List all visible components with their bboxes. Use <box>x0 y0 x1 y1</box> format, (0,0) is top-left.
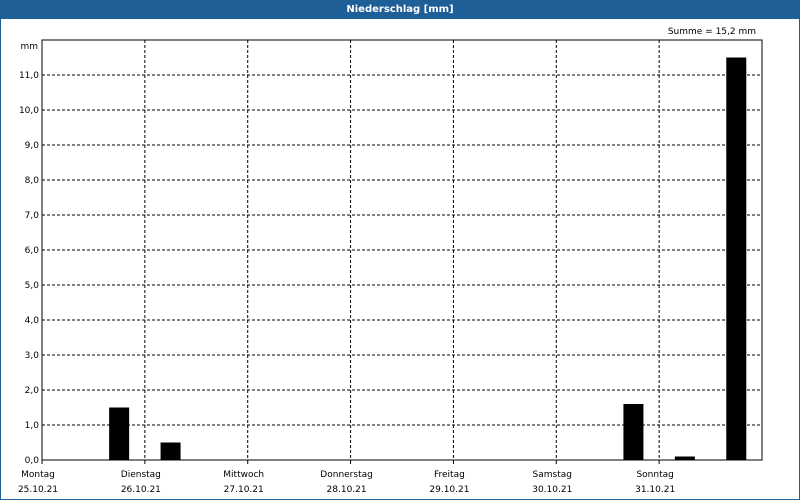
x-tick-date-label: 27.10.21 <box>224 485 264 495</box>
bar <box>109 407 130 460</box>
bar <box>726 57 747 460</box>
x-tick-day-label: Samstag <box>533 470 572 480</box>
y-tick-label: 8,0 <box>25 176 40 186</box>
x-tick-day-label: Montag <box>21 470 55 480</box>
x-tick-date-label: 26.10.21 <box>121 485 161 495</box>
y-tick-label: 4,0 <box>25 316 40 326</box>
y-tick-label: 3,0 <box>25 351 40 361</box>
x-tick-day-label: Sonntag <box>636 470 673 480</box>
precipitation-chart: mm Summe = 15,2 mm 0,0 1,0 2,0 3,0 4,0 5,0 6,0… <box>18 27 763 495</box>
x-tick-date-label: 25.10.21 <box>18 485 58 495</box>
y-tick-label: 11,0 <box>19 71 39 81</box>
y-tick-label: 10,0 <box>19 106 39 116</box>
y-tick-label: 6,0 <box>25 246 40 256</box>
x-tick-date-label: 28.10.21 <box>327 485 367 495</box>
sum-label: Summe = 15,2 mm <box>668 27 756 37</box>
grid <box>42 40 762 460</box>
x-tick-day-label: Mittwoch <box>223 470 264 480</box>
x-labels: Montag 25.10.21 Dienstag 26.10.21 Mittwoch 27… <box>18 460 675 495</box>
x-tick-date-label: 31.10.21 <box>635 485 675 495</box>
x-tick-date-label: 30.10.21 <box>532 485 572 495</box>
x-tick-day-label: Freitag <box>434 470 465 480</box>
y-tick-label: 2,0 <box>25 386 40 396</box>
x-tick-date-label: 29.10.21 <box>429 485 469 495</box>
y-ticks: 0,0 1,0 2,0 3,0 4,0 5,0 6,0 7,0 8,0 9,0 10,0 11,0 <box>19 71 39 466</box>
y-axis-label: mm <box>20 42 38 52</box>
y-tick-label: 7,0 <box>25 211 40 221</box>
y-tick-label: 0,0 <box>25 456 40 466</box>
y-tick-label: 1,0 <box>25 421 40 431</box>
bar <box>623 404 644 460</box>
bars <box>109 57 747 460</box>
bar <box>674 456 695 460</box>
x-tick-day-label: Donnerstag <box>320 470 373 480</box>
x-tick-day-label: Dienstag <box>121 470 161 480</box>
bar <box>160 442 181 460</box>
y-tick-label: 9,0 <box>25 141 40 151</box>
y-tick-label: 5,0 <box>25 281 40 291</box>
